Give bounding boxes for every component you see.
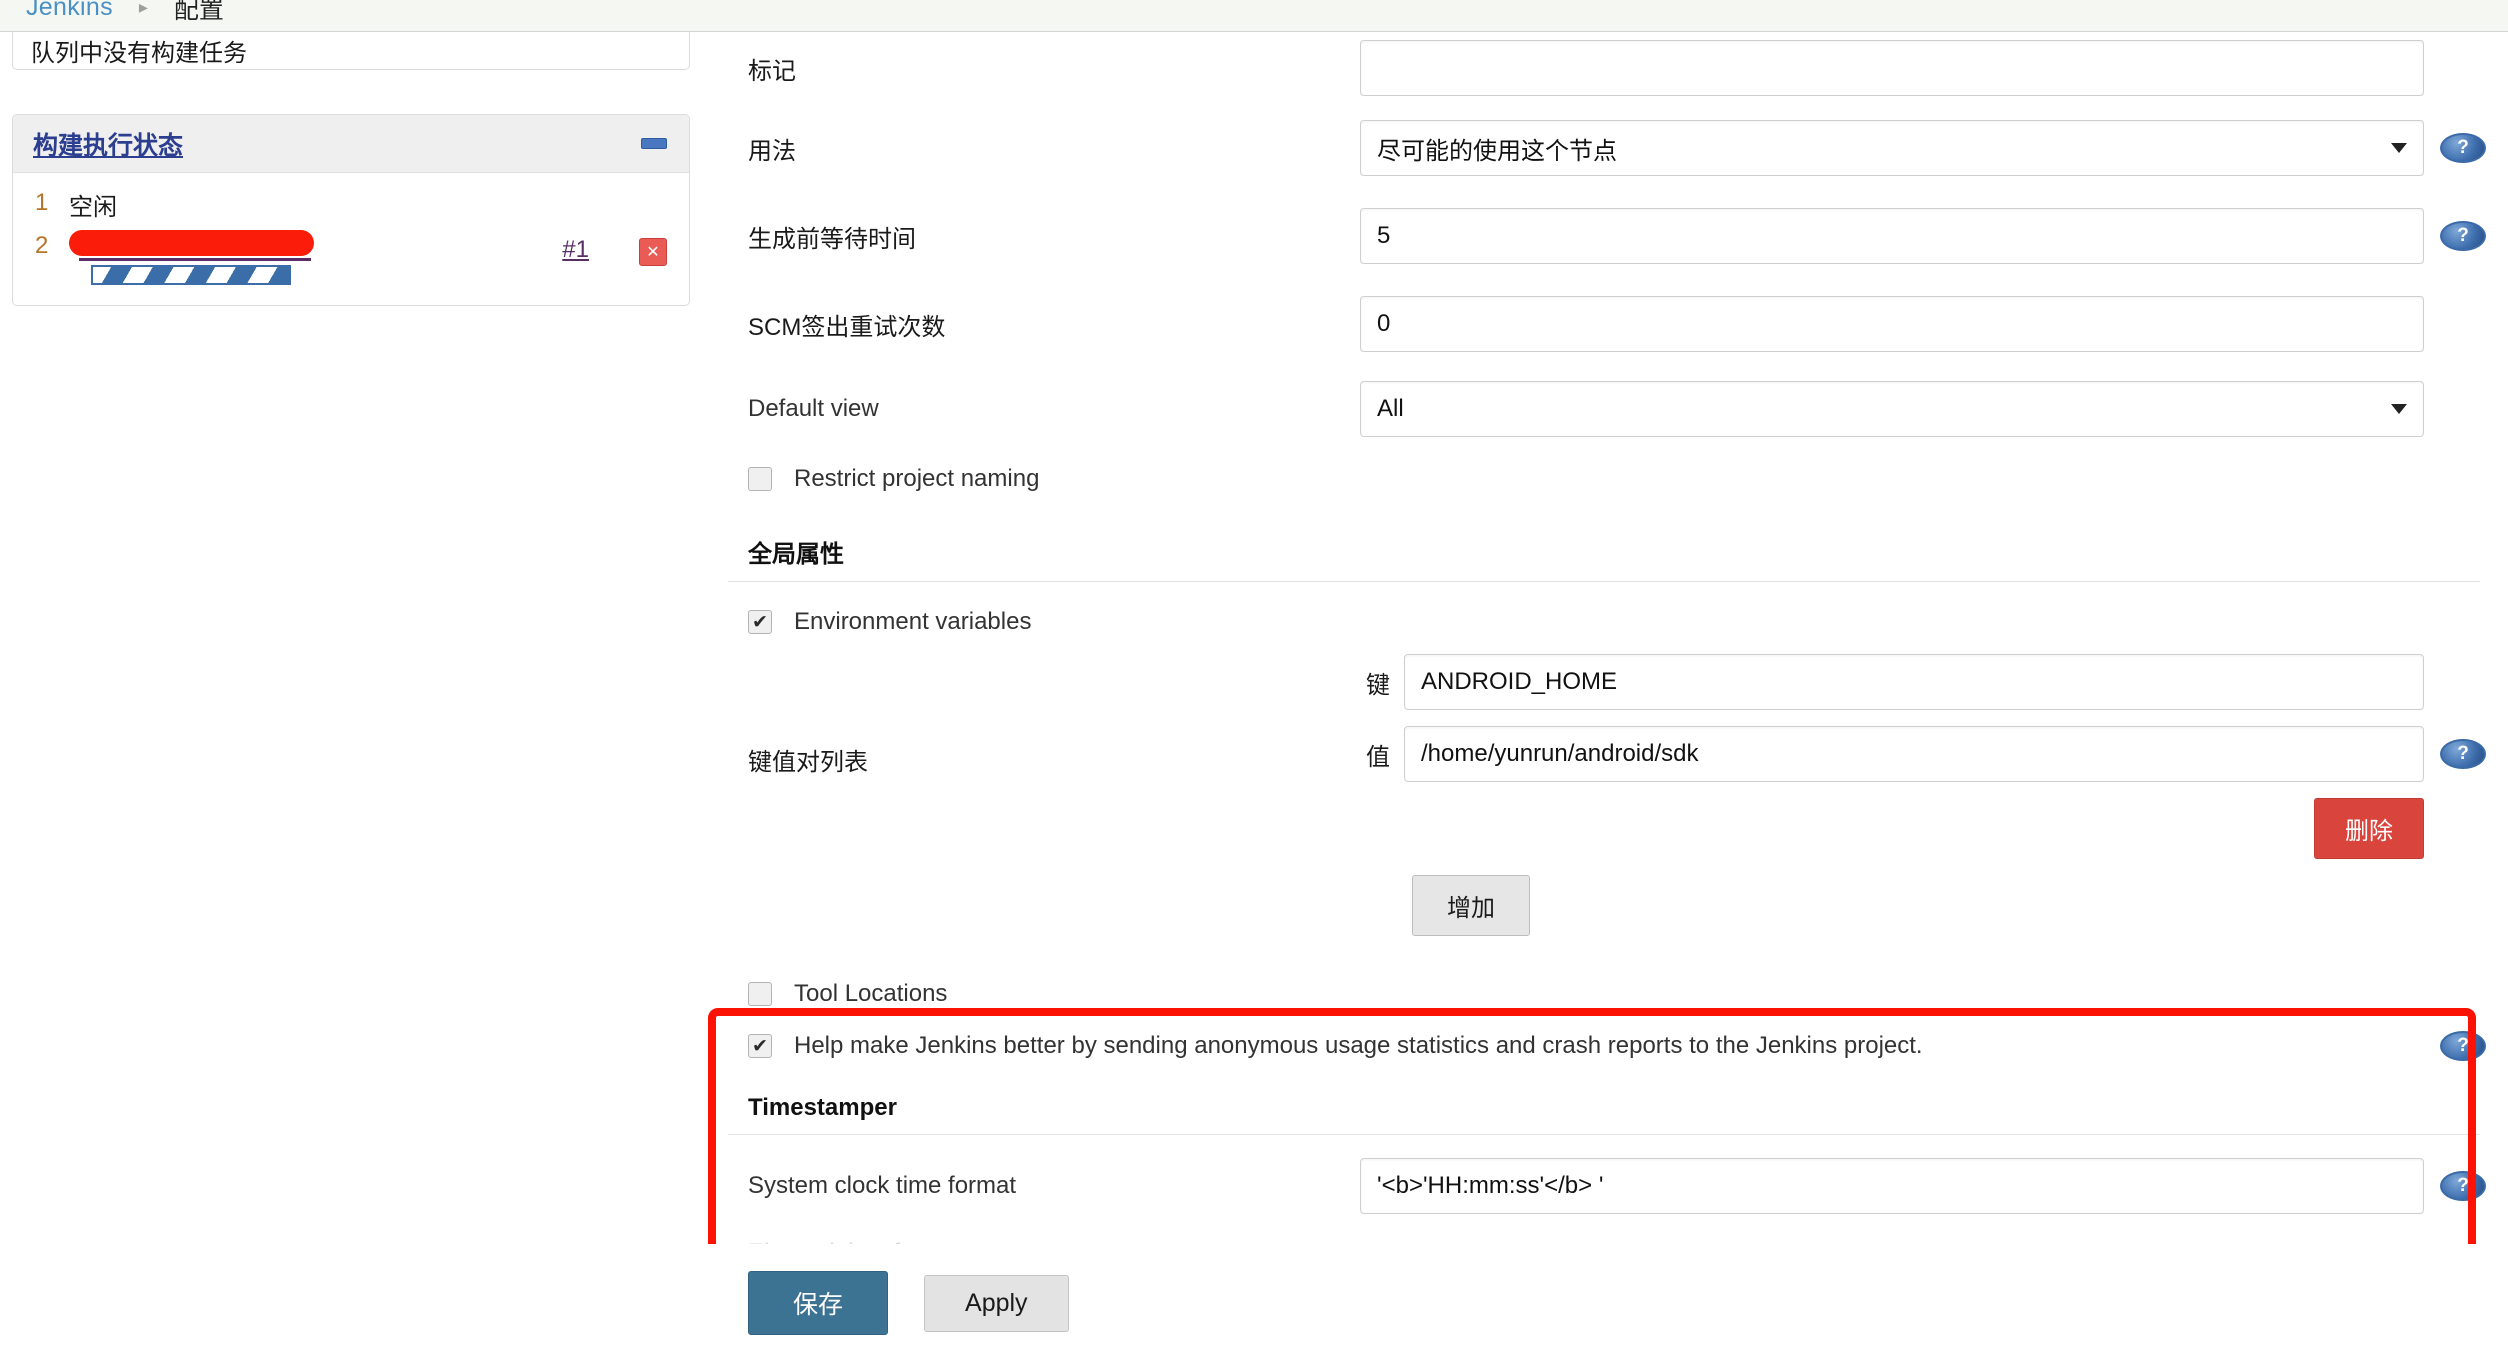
value-tag-label: 值	[1366, 743, 1390, 771]
usage-select-value: 尽可能的使用这个节点	[1377, 137, 1617, 165]
executor-status-label: 空闲	[69, 194, 117, 221]
usage-statistics-checkbox[interactable]: ✔	[748, 1034, 772, 1058]
breadcrumb-current: 配置	[173, 0, 224, 24]
tool-locations-row[interactable]: Tool Locations	[700, 968, 2508, 1020]
chevron-down-icon	[2391, 143, 2407, 153]
timestamper-title: Timestamper	[748, 1094, 897, 1121]
system-clock-format-row: System clock time format ?	[700, 1145, 2508, 1227]
delete-button[interactable]: 删除	[2314, 798, 2424, 859]
divider	[728, 581, 2480, 582]
environment-variables-label: Environment variables	[794, 608, 1032, 635]
breadcrumb-separator-icon: ▸	[138, 0, 148, 17]
sidebar: 队列中没有构建任务 构建执行状态 1 空闲 2 #1 ✕	[0, 32, 700, 306]
key-tag-label: 键	[1366, 671, 1390, 699]
executor-row: 1 空闲	[13, 183, 689, 226]
build-executor-list: 1 空闲 2 #1 ✕	[13, 173, 689, 305]
key-value-list-label: 键值对列表	[748, 749, 868, 776]
value-row: 值 ?	[1360, 726, 2486, 782]
redacted-job-name	[69, 230, 314, 256]
quiet-period-input[interactable]	[1360, 208, 2424, 264]
tool-locations-checkbox[interactable]	[748, 982, 772, 1006]
executor-number: 1	[35, 189, 49, 216]
configuration-form: 标记 用法 尽可能的使用这个节点 ? 生成前等待时间 ? SCM签出重试次数	[700, 32, 2508, 1362]
environment-variables-row[interactable]: ✔ Environment variables	[700, 590, 2508, 654]
field-row-quiet-period: 生成前等待时间 ?	[700, 192, 2508, 280]
labels-input[interactable]	[1360, 40, 2424, 96]
add-button[interactable]: 增加	[1412, 875, 1530, 936]
form-actions: 保存 Apply	[700, 1244, 2508, 1362]
default-view-value: All	[1377, 395, 1404, 422]
executor-row: 2 #1 ✕	[13, 226, 689, 289]
env-key-input[interactable]	[1404, 654, 2424, 710]
build-number-link[interactable]: #1	[562, 230, 639, 264]
field-row-labels: 标记	[700, 32, 2508, 104]
help-icon[interactable]: ?	[2440, 1031, 2486, 1061]
system-clock-format-input[interactable]	[1360, 1158, 2424, 1214]
minus-icon[interactable]	[641, 138, 667, 149]
breadcrumb-root-link[interactable]: Jenkins	[26, 0, 113, 22]
field-label: Default view	[748, 395, 879, 422]
executor-number: 2	[35, 232, 49, 259]
build-queue-panel: 队列中没有构建任务	[12, 32, 690, 70]
save-button[interactable]: 保存	[748, 1271, 889, 1335]
restrict-project-naming-checkbox[interactable]	[748, 467, 772, 491]
divider	[728, 1134, 2480, 1135]
help-spacer	[2440, 814, 2486, 844]
help-spacer	[2440, 53, 2486, 83]
usage-statistics-row[interactable]: ✔ Help make Jenkins better by sending an…	[700, 1020, 2508, 1072]
help-icon[interactable]: ?	[2440, 1171, 2486, 1201]
field-label: 生成前等待时间	[748, 225, 916, 253]
build-executor-status-panel: 构建执行状态 1 空闲 2 #1 ✕	[12, 114, 690, 306]
build-progress-bar	[91, 265, 291, 285]
help-spacer	[2440, 667, 2486, 697]
chevron-down-icon	[2391, 404, 2407, 414]
apply-button[interactable]: Apply	[924, 1274, 1069, 1332]
global-properties-title: 全局属性	[748, 541, 844, 568]
system-clock-format-label: System clock time format	[748, 1172, 1017, 1199]
env-value-input[interactable]	[1404, 726, 2424, 782]
key-value-list: 键值对列表 键 值 ? 删除	[700, 654, 2508, 865]
help-spacer	[2440, 394, 2486, 424]
scm-retry-count-input[interactable]	[1360, 296, 2424, 352]
build-executor-status-title[interactable]: 构建执行状态	[33, 126, 183, 162]
add-row: 增加	[700, 865, 2508, 958]
tool-locations-label: Tool Locations	[794, 980, 948, 1007]
help-icon[interactable]: ?	[2440, 739, 2486, 769]
build-executor-status-header: 构建执行状态	[13, 115, 689, 173]
field-row-usage: 用法 尽可能的使用这个节点 ?	[700, 104, 2508, 192]
key-row: 键	[1360, 654, 2486, 710]
delete-row: 删除	[1360, 798, 2486, 859]
environment-variables-checkbox[interactable]: ✔	[748, 610, 772, 634]
field-row-scm-retry: SCM签出重试次数	[700, 280, 2508, 368]
stop-build-icon[interactable]: ✕	[639, 238, 667, 266]
restrict-project-naming-row[interactable]: Restrict project naming	[700, 450, 2508, 508]
field-label: 用法	[748, 137, 796, 165]
usage-statistics-label: Help make Jenkins better by sending anon…	[794, 1032, 1923, 1059]
job-link-underline	[79, 258, 311, 261]
default-view-select[interactable]: All	[1360, 381, 2424, 437]
build-queue-message: 队列中没有构建任务	[31, 40, 247, 67]
breadcrumb: Jenkins ▸ 配置	[0, 0, 2508, 32]
restrict-project-naming-label: Restrict project naming	[794, 465, 1040, 492]
field-row-default-view: Default view All	[700, 368, 2508, 450]
field-label: 标记	[748, 57, 796, 85]
help-icon[interactable]: ?	[2440, 133, 2486, 163]
help-icon[interactable]: ?	[2440, 221, 2486, 251]
help-spacer	[2440, 309, 2486, 339]
field-label: SCM签出重试次数	[748, 313, 946, 341]
usage-select[interactable]: 尽可能的使用这个节点	[1360, 120, 2424, 176]
